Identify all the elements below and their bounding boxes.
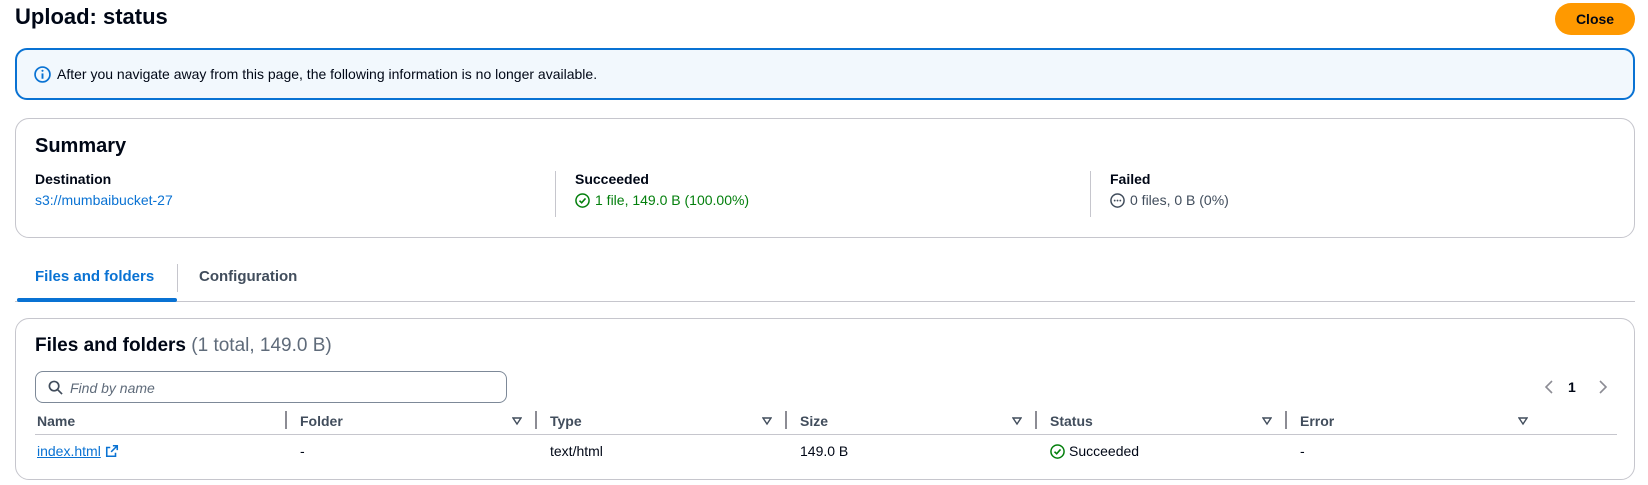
failed-column: Failed 0 files, 0 B (0%): [1090, 171, 1229, 217]
summary-title: Summary: [35, 135, 127, 157]
summary-panel: Summary Destination s3://mumbaibucket-27…: [15, 118, 1635, 238]
destination-link[interactable]: s3://mumbaibucket-27: [35, 192, 173, 208]
column-header-size[interactable]: Size: [800, 413, 828, 429]
column-header-folder[interactable]: Folder: [300, 413, 343, 429]
succeeded-label: Succeeded: [575, 171, 649, 187]
pending-ellipsis-icon: [1110, 192, 1125, 208]
failed-label: Failed: [1110, 171, 1151, 187]
table-row: index.html - text/html 149.0 B Succeeded…: [35, 437, 1617, 467]
sort-caret-icon[interactable]: [762, 416, 772, 426]
succeeded-value-row: 1 file, 149.0 B (100.00%): [575, 192, 749, 208]
file-link[interactable]: index.html: [37, 443, 101, 459]
column-resizer[interactable]: [285, 411, 287, 429]
column-resizer[interactable]: [1035, 411, 1037, 429]
success-check-icon: [575, 192, 590, 208]
failed-value-row: 0 files, 0 B (0%): [1110, 192, 1229, 208]
tab-bar: Files and folders Configuration: [15, 256, 1635, 302]
cell-error: -: [1300, 443, 1305, 459]
search-input[interactable]: [70, 377, 490, 399]
search-icon: [48, 380, 63, 395]
status-text: Succeeded: [1069, 443, 1140, 459]
failed-value: 0 files, 0 B (0%): [1130, 192, 1229, 208]
column-header-name[interactable]: Name: [37, 413, 75, 429]
column-header-error[interactable]: Error: [1300, 413, 1334, 429]
chevron-left-icon[interactable]: [1542, 377, 1556, 397]
tab-configuration[interactable]: Configuration: [199, 268, 297, 285]
tab-divider: [177, 264, 178, 292]
tab-files-and-folders[interactable]: Files and folders: [35, 268, 154, 285]
column-resizer[interactable]: [1285, 411, 1287, 429]
info-alert: After you navigate away from this page, …: [15, 48, 1635, 100]
page-title: Upload: status: [15, 4, 168, 29]
external-link-icon[interactable]: [105, 444, 119, 458]
column-resizer[interactable]: [535, 411, 537, 429]
column-resizer[interactable]: [785, 411, 787, 429]
sort-caret-icon[interactable]: [1262, 416, 1272, 426]
succeeded-value: 1 file, 149.0 B (100.00%): [595, 192, 750, 208]
sort-caret-icon[interactable]: [1012, 416, 1022, 426]
cell-type: text/html: [550, 443, 603, 459]
sort-caret-icon[interactable]: [1518, 416, 1528, 426]
success-check-icon: [1050, 443, 1065, 459]
sort-caret-icon[interactable]: [512, 416, 522, 426]
files-title: Files and folders: [35, 335, 186, 356]
cell-size: 149.0 B: [800, 443, 849, 459]
files-title-row: Files and folders (1 total, 149.0 B): [35, 335, 332, 357]
search-field[interactable]: [35, 371, 507, 403]
column-header-type[interactable]: Type: [550, 413, 582, 429]
succeeded-column: Succeeded 1 file, 149.0 B (100.00%): [555, 171, 749, 217]
destination-label: Destination: [35, 171, 112, 187]
column-header-status[interactable]: Status: [1050, 413, 1093, 429]
files-count: (1 total, 149.0 B): [191, 335, 332, 356]
table-header: Name Folder Type Size Status Error: [35, 409, 1617, 435]
active-tab-indicator: [17, 298, 177, 302]
page-number[interactable]: 1: [1568, 379, 1576, 395]
info-icon: [34, 66, 51, 83]
pagination: 1: [1526, 377, 1616, 397]
files-panel: Files and folders (1 total, 149.0 B) 1 N…: [15, 318, 1635, 480]
cell-name: index.html: [37, 443, 119, 459]
destination-column: Destination s3://mumbaibucket-27: [35, 171, 173, 217]
page-header: Upload: status Close: [0, 0, 1648, 40]
chevron-right-icon[interactable]: [1596, 377, 1610, 397]
alert-text: After you navigate away from this page, …: [57, 66, 598, 82]
close-button[interactable]: Close: [1555, 3, 1635, 35]
cell-status: Succeeded: [1050, 443, 1139, 459]
cell-folder: -: [300, 443, 305, 459]
